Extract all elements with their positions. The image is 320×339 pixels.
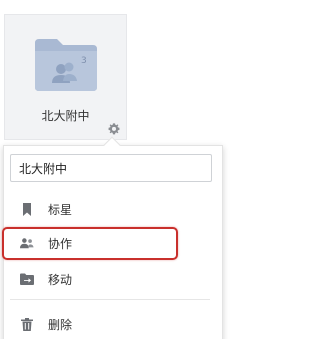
menu-item-label: 移动 (48, 272, 73, 287)
rename-input[interactable] (10, 154, 212, 182)
menu-item-delete[interactable]: 删除 (8, 309, 208, 339)
collaborate-highlight-box (2, 227, 178, 260)
menu-divider (10, 299, 210, 300)
menu-item-label: 删除 (48, 317, 73, 332)
menu-item-label: 标星 (48, 202, 73, 217)
move-icon (20, 272, 34, 286)
screen: 3 北大附中 标星 协作 (0, 0, 250, 339)
gear-icon[interactable] (107, 122, 121, 136)
shared-folder-icon: 3 (35, 39, 97, 91)
member-count: 3 (81, 56, 87, 66)
menu-item-star[interactable]: 标星 (8, 194, 208, 224)
menu-item-move[interactable]: 移动 (8, 264, 208, 294)
bookmark-icon (20, 202, 34, 216)
folder-tile[interactable]: 3 北大附中 (4, 14, 127, 140)
trash-icon (20, 317, 34, 331)
